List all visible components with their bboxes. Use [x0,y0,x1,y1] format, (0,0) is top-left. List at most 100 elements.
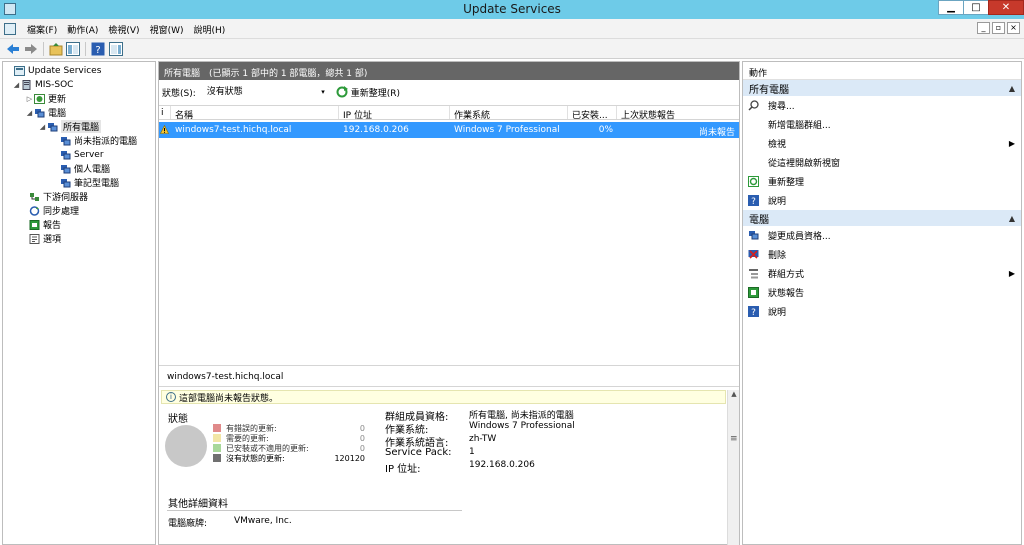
tree-node-options[interactable]: 選項 [29,232,61,245]
column-header-os[interactable]: 作業系統 [450,106,568,119]
info-icon: i [166,392,176,402]
tree-node-computers[interactable]: ◢ 電腦 [25,106,66,119]
status-filter-select[interactable]: 沒有狀態 ▾ [199,84,328,100]
results-pane: 所有電腦 (已顯示 1 部中的 1 部電腦，總共 1 部) 狀態(S): 沒有狀… [158,61,740,545]
forward-arrow-icon[interactable] [24,42,38,56]
tree-node-synchronization[interactable]: 同步處理 [29,204,79,217]
console-icon[interactable] [4,23,16,35]
mdi-close-button[interactable]: × [1007,22,1020,34]
detail-scrollbar[interactable]: ▲ ≡ [727,390,739,545]
options-icon [29,233,40,244]
computer-properties: 群組成員資格: 所有電腦, 尚未指派的電腦 作業系統: Windows 7 Pr… [385,408,715,475]
tree-node-mis-soc[interactable]: ◢ MIS-SOC [12,78,73,91]
title-bar: Update Services ▁ □ ✕ [0,0,1024,19]
detail-panel: i 這部電腦尚未報告狀態。 ▲ ≡ 狀態 有錯誤的更新: 0 需要的更新: 0 … [159,388,739,545]
menu-bar: 檔案(F) 動作(A) 檢視(V) 視窗(W) 說明(H) _ ▫ × [0,19,1024,39]
menu-view[interactable]: 檢視(V) [103,23,144,36]
action-group-by[interactable]: 群組方式 ▶ [743,264,1021,283]
expand-toggle[interactable]: ▷ [25,95,34,103]
action-new-window[interactable]: 從這裡開啟新視窗 [743,153,1021,172]
tree-node-all-computers[interactable]: ◢ 所有電腦 [38,120,102,133]
column-header-ip[interactable]: IP 位址 [339,106,450,119]
actions-section-all-computers[interactable]: 所有電腦 ▲ [743,80,1021,96]
column-header-info[interactable]: i [159,106,171,119]
expand-toggle[interactable]: ◢ [38,123,47,131]
tree-node-unassigned-computers[interactable]: 尚未指派的電腦 [60,134,137,147]
other-details-title: 其他詳細資料 [168,499,228,510]
tree-label: 更新 [48,95,67,105]
updates-icon [34,93,45,104]
grid-header: i 名稱 IP 位址 作業系統 已安裝... 上次狀態報告 [159,105,739,120]
close-button[interactable]: ✕ [988,0,1024,15]
show-hide-tree-icon[interactable] [66,42,80,56]
menu-help[interactable]: 說明(H) [189,23,231,36]
search-icon [748,100,759,111]
tree-node-server[interactable]: Server [60,148,104,161]
detail-title: windows7-test.hichq.local [159,365,739,387]
scroll-up-icon[interactable]: ▲ [728,390,740,400]
status-legend: 有錯誤的更新: 0 需要的更新: 0 已安裝或不適用的更新: 0 沒有狀態的更新… [213,423,365,463]
tree-label: 電腦 [48,109,67,119]
mdi-restore-button[interactable]: ▫ [992,22,1005,34]
help-icon: ? [748,195,759,206]
collapse-icon[interactable]: ▲ [1009,84,1015,93]
help-icon[interactable]: ? [91,42,105,56]
actions-section-computer[interactable]: 電腦 ▲ [743,210,1021,226]
tree-node-reports[interactable]: 報告 [29,218,61,231]
tree-node-update-services[interactable]: Update Services [5,64,101,77]
show-hide-action-pane-icon[interactable] [109,42,123,56]
filter-row: 狀態(S): 沒有狀態 ▾ 重新整理(R) [159,82,739,102]
expand-toggle[interactable]: ◢ [25,109,34,117]
up-folder-icon[interactable] [49,42,63,56]
property-row: Service Pack: 1 [385,447,475,458]
maximize-button[interactable]: □ [963,0,989,15]
collapse-icon[interactable]: ▲ [1009,214,1015,223]
toolbar: ? [0,39,1024,59]
tree-node-laptops[interactable]: 筆記型電腦 [60,176,119,189]
update-services-icon [14,65,25,76]
action-delete[interactable]: 刪除 [743,245,1021,264]
menu-window[interactable]: 視窗(W) [145,23,189,36]
scroll-grip-icon[interactable]: ≡ [730,434,738,444]
back-arrow-icon[interactable] [6,42,20,56]
legend-swatch [213,424,221,432]
server-icon [22,79,31,90]
column-header-last-report[interactable]: 上次狀態報告 [617,106,739,119]
window-title: Update Services [463,2,561,16]
expand-toggle[interactable]: ◢ [12,81,21,89]
tree-node-updates[interactable]: ▷ 更新 [25,92,66,105]
column-header-name[interactable]: 名稱 [171,106,339,119]
action-help[interactable]: ? 說明 [743,191,1021,210]
tree-node-pcs[interactable]: 個人電腦 [60,162,110,175]
action-status-report[interactable]: 狀態報告 [743,283,1021,302]
action-search[interactable]: 搜尋... [743,96,1021,115]
action-view[interactable]: 檢視 ▶ [743,134,1021,153]
minimize-button[interactable]: ▁ [938,0,964,15]
property-row: 電腦廠牌: VMware, Inc. [168,516,292,529]
table-row[interactable]: windows7-test.hichq.local 192.168.0.206 … [159,122,739,138]
column-header-installed[interactable]: 已安裝... [568,106,617,119]
group-by-icon [749,269,758,279]
submenu-arrow-icon: ▶ [1008,269,1015,278]
tree-label: Update Services [28,65,102,76]
action-add-computer-group[interactable]: 新增電腦群組... [743,115,1021,134]
property-row: 群組成員資格: 所有電腦, 尚未指派的電腦 [385,411,574,423]
menu-items: 檔案(F) 動作(A) 檢視(V) 視窗(W) 說明(H) [22,23,230,36]
property-row: IP 位址: 192.168.0.206 [385,460,535,475]
action-help-computer[interactable]: ? 說明 [743,302,1021,321]
tree-node-downstream-servers[interactable]: 下游伺服器 [29,190,88,203]
tree-label: MIS-SOC [35,79,74,90]
tree-label: 報告 [43,221,62,231]
computer-group-icon [61,178,71,187]
action-refresh[interactable]: 重新整理 [743,172,1021,191]
tree-label: Server [74,149,104,160]
action-change-membership[interactable]: 變更成員資格... [743,226,1021,245]
legend-row-errors: 有錯誤的更新: 0 [213,423,365,433]
menu-file[interactable]: 檔案(F) [22,23,62,36]
menu-action[interactable]: 動作(A) [62,23,103,36]
refresh-icon[interactable] [336,86,348,98]
mdi-minimize-button[interactable]: _ [977,22,990,34]
refresh-button[interactable]: 重新整理(R) [351,86,400,99]
delete-icon [748,250,759,259]
status-title: 狀態 [168,414,188,425]
